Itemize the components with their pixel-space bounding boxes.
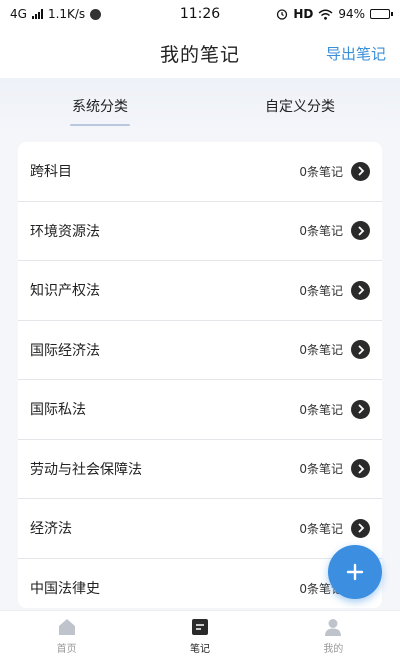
nav-label: 首页 bbox=[56, 643, 77, 655]
nav-item-notes[interactable]: 笔记 bbox=[133, 611, 266, 660]
row-right: 0条笔记 bbox=[299, 399, 370, 419]
list-item[interactable]: 中国法律史 0条笔记 bbox=[18, 559, 382, 609]
list-item[interactable]: 国际经济法 0条笔记 bbox=[18, 321, 382, 380]
category-name: 跨科目 bbox=[30, 164, 72, 181]
tab-label: 系统分类 bbox=[72, 99, 128, 115]
tab-label: 自定义分类 bbox=[265, 99, 335, 115]
chevron-right-icon[interactable] bbox=[351, 459, 370, 479]
bottom-nav: 首页 笔记 我的 bbox=[0, 610, 400, 660]
nav-item-profile[interactable]: 我的 bbox=[267, 611, 400, 660]
home-icon bbox=[58, 618, 75, 635]
category-name: 知识产权法 bbox=[30, 283, 100, 300]
chevron-right-icon[interactable] bbox=[351, 399, 370, 419]
row-right: 0条笔记 bbox=[299, 459, 370, 479]
nav-label: 我的 bbox=[323, 643, 344, 655]
category-name: 中国法律史 bbox=[30, 581, 100, 598]
add-note-button[interactable] bbox=[328, 545, 382, 599]
note-count: 0条笔记 bbox=[299, 462, 343, 477]
category-name: 国际经济法 bbox=[30, 342, 100, 359]
chevron-right-icon[interactable] bbox=[351, 161, 370, 181]
list-item[interactable]: 环境资源法 0条笔记 bbox=[18, 202, 382, 261]
note-count: 0条笔记 bbox=[299, 224, 343, 239]
user-icon bbox=[325, 618, 342, 636]
export-notes-button[interactable]: 导出笔记 bbox=[326, 43, 386, 64]
note-icon bbox=[191, 618, 208, 635]
note-count: 0条笔记 bbox=[299, 402, 343, 417]
category-name: 劳动与社会保障法 bbox=[30, 461, 142, 478]
category-name: 国际私法 bbox=[30, 402, 86, 419]
note-count: 0条笔记 bbox=[299, 343, 343, 358]
header: 我的笔记 导出笔记 bbox=[0, 28, 400, 78]
row-right: 0条笔记 bbox=[299, 161, 370, 181]
list-item[interactable]: 跨科目 0条笔记 bbox=[18, 142, 382, 202]
chevron-right-icon[interactable] bbox=[351, 280, 370, 300]
battery-percent: 94% bbox=[338, 7, 365, 21]
signal-icon bbox=[31, 9, 43, 19]
status-right: HD 94% bbox=[276, 7, 393, 21]
row-right: 0条笔记 bbox=[299, 340, 370, 360]
note-count: 0条笔记 bbox=[299, 521, 343, 536]
chevron-right-icon[interactable] bbox=[351, 340, 370, 360]
list-item[interactable]: 知识产权法 0条笔记 bbox=[18, 261, 382, 321]
list-item[interactable]: 国际私法 0条笔记 bbox=[18, 380, 382, 440]
note-count: 0条笔记 bbox=[299, 164, 343, 179]
row-right: 0条笔记 bbox=[299, 518, 370, 538]
nav-label: 笔记 bbox=[189, 643, 210, 655]
app-notification-icon bbox=[90, 8, 102, 20]
tab-system-categories[interactable]: 系统分类 bbox=[0, 78, 200, 134]
category-name: 经济法 bbox=[30, 521, 72, 538]
status-bar: 4G 1.1K/s 11:26 HD 94% bbox=[0, 0, 400, 28]
chevron-right-icon[interactable] bbox=[351, 221, 370, 241]
page-title: 我的笔记 bbox=[159, 43, 240, 66]
category-name: 环境资源法 bbox=[30, 223, 100, 240]
row-right: 0条笔记 bbox=[299, 280, 370, 300]
chevron-right-icon[interactable] bbox=[351, 518, 370, 538]
note-count: 0条笔记 bbox=[299, 283, 343, 298]
list-item[interactable]: 经济法 0条笔记 bbox=[18, 499, 382, 559]
alarm-icon bbox=[277, 9, 288, 20]
row-right: 0条笔记 bbox=[299, 221, 370, 241]
plus-icon bbox=[346, 563, 364, 581]
network-type: 4G bbox=[10, 7, 27, 21]
nav-item-home[interactable]: 首页 bbox=[0, 611, 133, 660]
status-left: 4G 1.1K/s bbox=[10, 7, 102, 21]
category-list: 跨科目 0条笔记 环境资源法 0条笔记 知识产权法 0条笔记 国际经济法 0条笔… bbox=[18, 142, 382, 608]
battery-icon bbox=[370, 9, 393, 19]
category-tabs: 系统分类 自定义分类 bbox=[0, 78, 400, 134]
hd-indicator: HD bbox=[293, 7, 314, 21]
tab-custom-categories[interactable]: 自定义分类 bbox=[200, 78, 400, 134]
wifi-icon bbox=[318, 9, 333, 20]
list-item[interactable]: 劳动与社会保障法 0条笔记 bbox=[18, 440, 382, 499]
network-speed: 1.1K/s bbox=[47, 7, 86, 21]
